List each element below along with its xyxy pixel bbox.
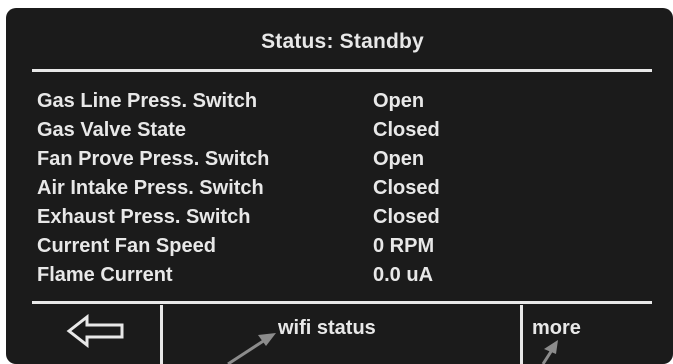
status-label: Gas Line Press. Switch — [37, 90, 258, 112]
header-divider — [32, 69, 652, 72]
status-label: Air Intake Press. Switch — [37, 177, 264, 199]
status-row-current-fan-speed: Current Fan Speed 0 RPM — [37, 232, 637, 261]
status-label: Flame Current — [37, 264, 173, 286]
status-value: Closed — [373, 119, 440, 141]
status-value: Open — [373, 90, 425, 112]
status-row-fan-prove-press-switch: Fan Prove Press. Switch Open — [37, 145, 637, 174]
status-value: 0 RPM — [373, 235, 435, 257]
status-label: Fan Prove Press. Switch — [37, 148, 270, 170]
more-button[interactable]: more — [532, 317, 581, 340]
status-label: Exhaust Press. Switch — [37, 206, 251, 228]
left-arrow-icon — [66, 313, 124, 349]
footer-divider — [32, 301, 652, 304]
footer-separator-right — [520, 305, 523, 364]
footer-separator-left — [160, 305, 163, 364]
status-value: 0.0 uA — [373, 264, 434, 286]
status-row-gas-valve-state: Gas Valve State Closed — [37, 116, 637, 145]
status-value: Open — [373, 148, 425, 170]
status-list: Gas Line Press. Switch Open Gas Valve Sta… — [37, 87, 637, 290]
status-row-exhaust-press-switch: Exhaust Press. Switch Closed — [37, 203, 637, 232]
wifi-status-button[interactable]: wifi status — [278, 317, 376, 340]
back-button[interactable] — [66, 313, 126, 349]
status-screen: Status: Standby Gas Line Press. Switch Op… — [6, 8, 673, 364]
status-label: Gas Valve State — [37, 119, 186, 141]
status-row-gas-line-press-switch: Gas Line Press. Switch Open — [37, 87, 637, 116]
status-value: Closed — [373, 206, 440, 228]
status-row-air-intake-press-switch: Air Intake Press. Switch Closed — [37, 174, 637, 203]
status-value: Closed — [373, 177, 440, 199]
status-label: Current Fan Speed — [37, 235, 216, 257]
page-title: Status: Standby — [261, 30, 424, 53]
status-row-flame-current: Flame Current 0.0 uA — [37, 261, 637, 290]
